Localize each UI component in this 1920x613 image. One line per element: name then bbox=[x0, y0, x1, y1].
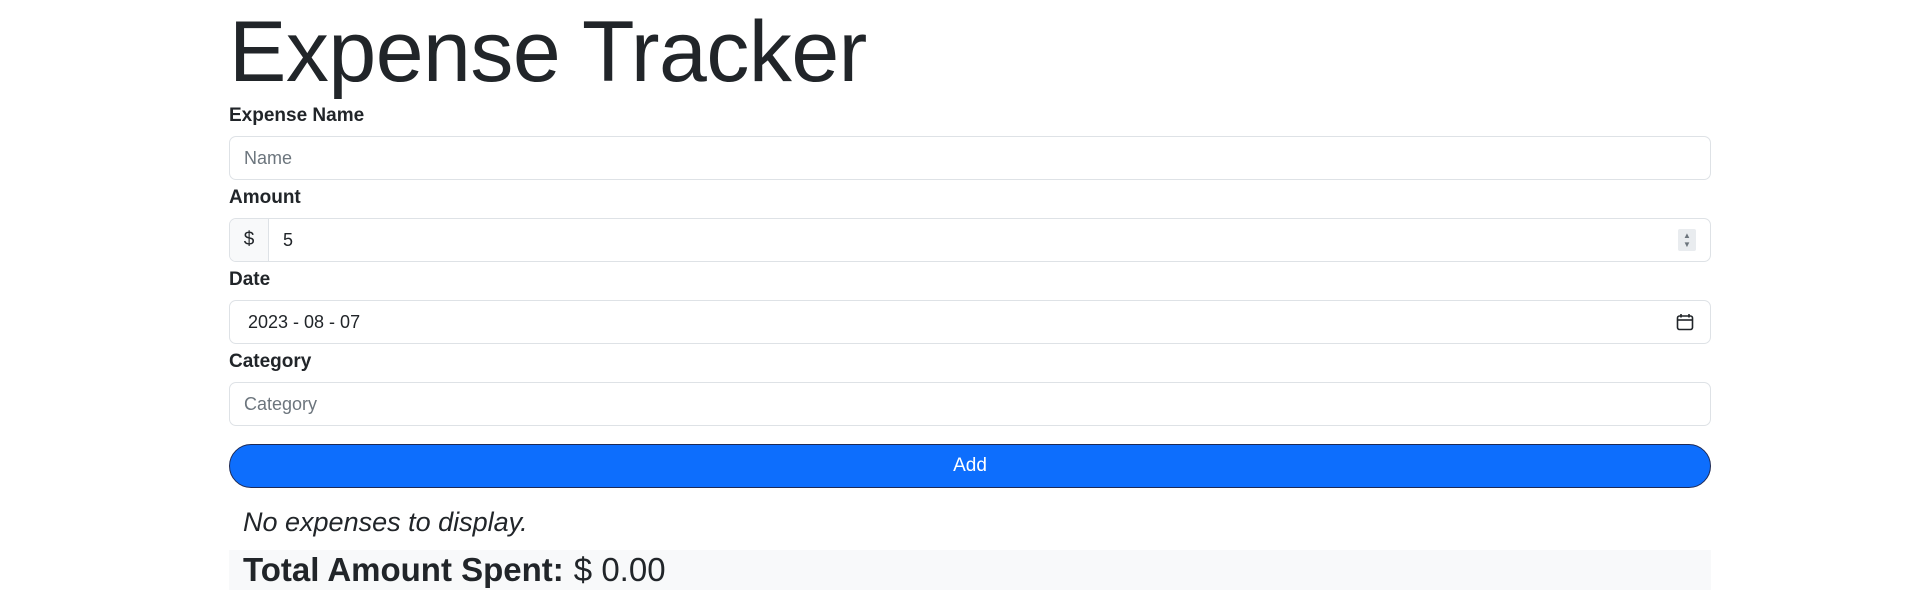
amount-input[interactable]: 5 ▲ ▼ bbox=[269, 219, 1710, 261]
empty-expenses-message: No expenses to display. bbox=[243, 507, 528, 537]
category-label: Category bbox=[229, 351, 312, 372]
amount-label: Amount bbox=[229, 187, 301, 208]
total-value: $ 0.00 bbox=[573, 551, 666, 588]
page-title: Expense Tracker bbox=[229, 4, 867, 100]
date-value: 2023 - 08 - 07 bbox=[248, 311, 361, 332]
date-input[interactable]: 2023 - 08 - 07 bbox=[229, 300, 1711, 344]
add-button[interactable]: Add bbox=[229, 444, 1711, 488]
amount-input-group: $ 5 ▲ ▼ bbox=[229, 218, 1711, 262]
date-label: Date bbox=[229, 269, 271, 290]
amount-value: 5 bbox=[283, 229, 294, 250]
spin-button-icon[interactable]: ▲ ▼ bbox=[1678, 229, 1696, 251]
calendar-icon[interactable] bbox=[1676, 313, 1694, 331]
chevron-up-icon[interactable]: ▲ bbox=[1683, 231, 1691, 240]
category-input[interactable] bbox=[229, 382, 1711, 426]
expense-name-input[interactable] bbox=[229, 136, 1711, 180]
expense-name-label: Expense Name bbox=[229, 105, 365, 126]
chevron-down-icon[interactable]: ▼ bbox=[1683, 240, 1691, 249]
total-summary: Total Amount Spent: $ 0.00 bbox=[229, 550, 1711, 590]
total-label: Total Amount Spent: bbox=[243, 551, 564, 588]
currency-symbol: $ bbox=[230, 219, 269, 261]
app-container: Expense Tracker Expense Name Amount $ 5 … bbox=[229, 0, 1711, 590]
expense-form: Expense Name Amount $ 5 ▲ ▼ Date 2023 - … bbox=[229, 104, 1711, 488]
